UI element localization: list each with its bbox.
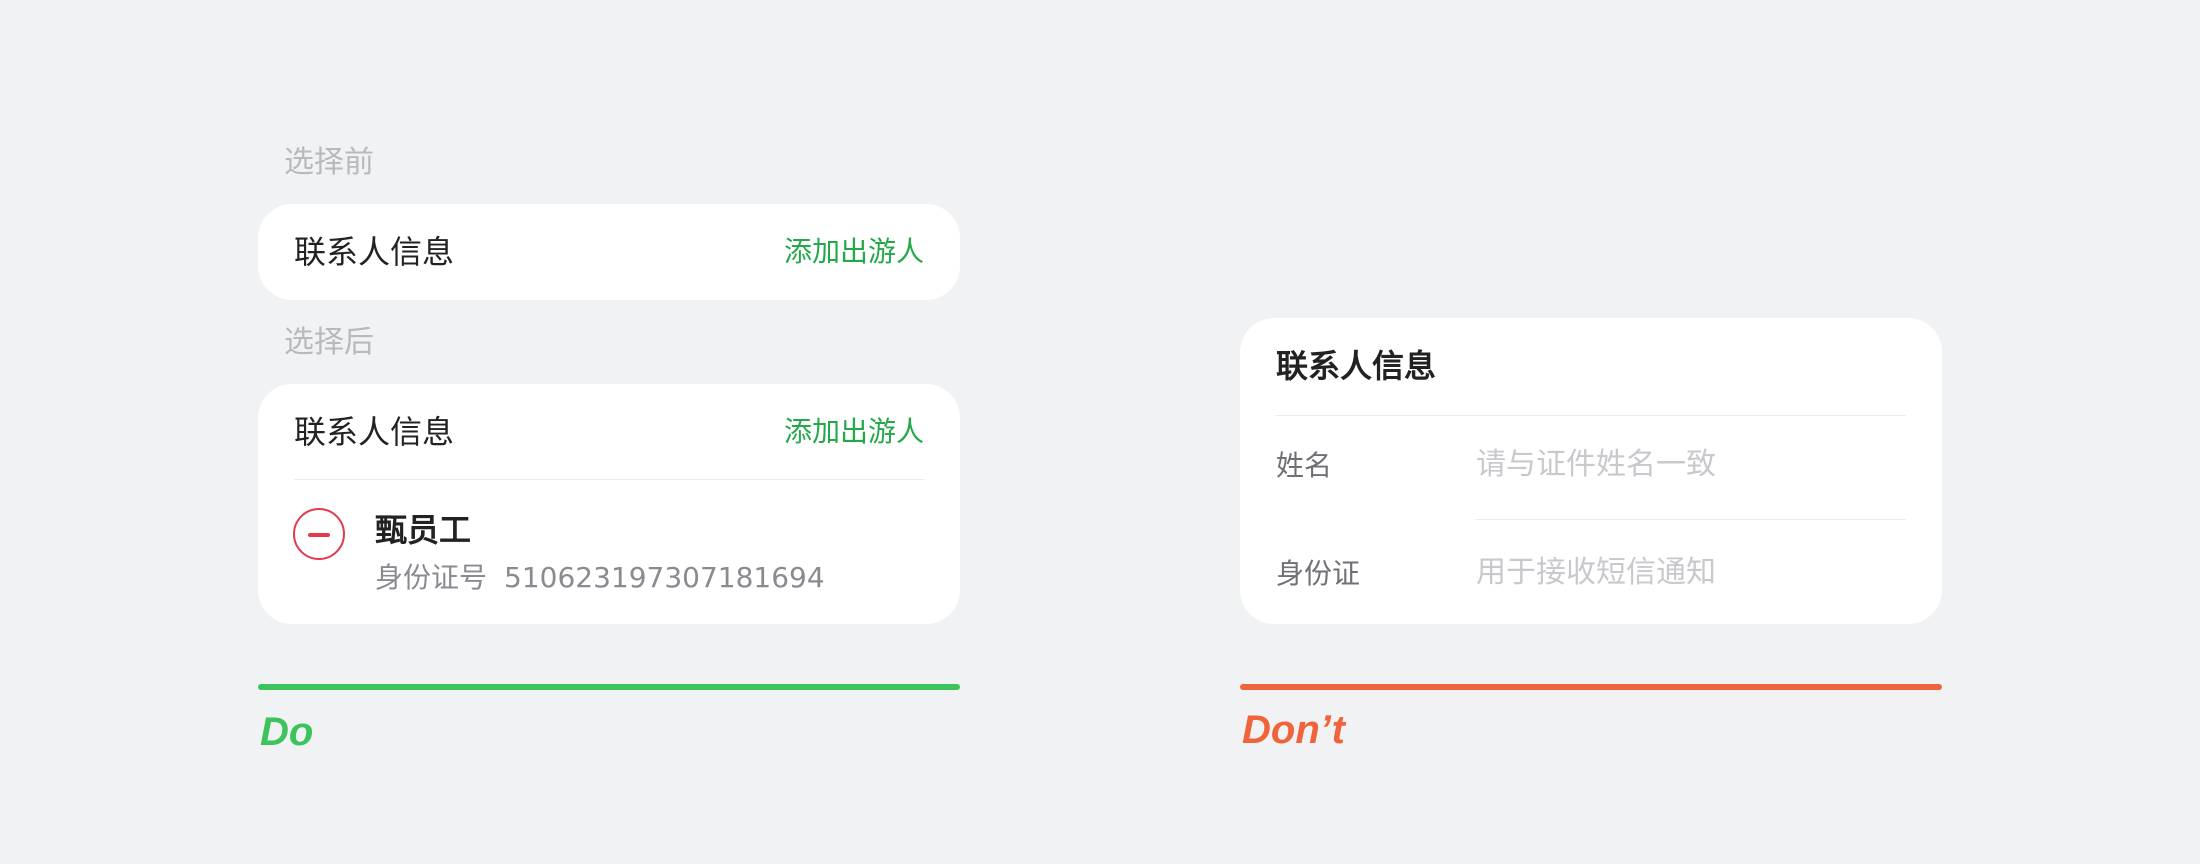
dont-verdict-label: Don’t [1242,708,1345,752]
divider [1276,415,1906,416]
name-field-label: 姓名 [1276,449,1333,482]
dont-indicator-bar [1240,684,1942,690]
contact-info-form-card: 联系人信息 姓名 身份证 [1240,318,1942,624]
divider [1476,519,1906,520]
contact-info-card-before: 联系人信息 添加出游人 [258,204,960,300]
name-input[interactable] [1476,444,1906,484]
remove-traveler-button[interactable] [293,508,345,560]
id-number-label: 身份证号 [375,561,488,594]
id-number-value: 510623197307181694 [504,561,825,594]
after-selection-label: 选择后 [284,325,374,360]
contact-info-title: 联系人信息 [294,233,455,271]
before-selection-label: 选择前 [284,145,374,180]
contact-info-card-after: 联系人信息 添加出游人 甄员工 身份证号 510623197307181694 [258,384,960,624]
id-card-field-label: 身份证 [1276,557,1361,590]
contact-info-header: 联系人信息 添加出游人 [258,204,960,300]
minus-circle-icon [308,533,330,537]
contact-info-header: 联系人信息 添加出游人 [258,384,960,480]
do-indicator-bar [258,684,960,690]
contact-info-title: 联系人信息 [294,413,455,451]
add-traveler-button[interactable]: 添加出游人 [784,418,924,446]
add-traveler-button[interactable]: 添加出游人 [784,238,924,266]
do-verdict-label: Do [260,710,314,754]
contact-info-title: 联系人信息 [1276,347,1437,385]
traveler-name: 甄员工 [375,511,472,549]
divider [294,479,924,480]
id-card-input[interactable] [1476,552,1906,592]
